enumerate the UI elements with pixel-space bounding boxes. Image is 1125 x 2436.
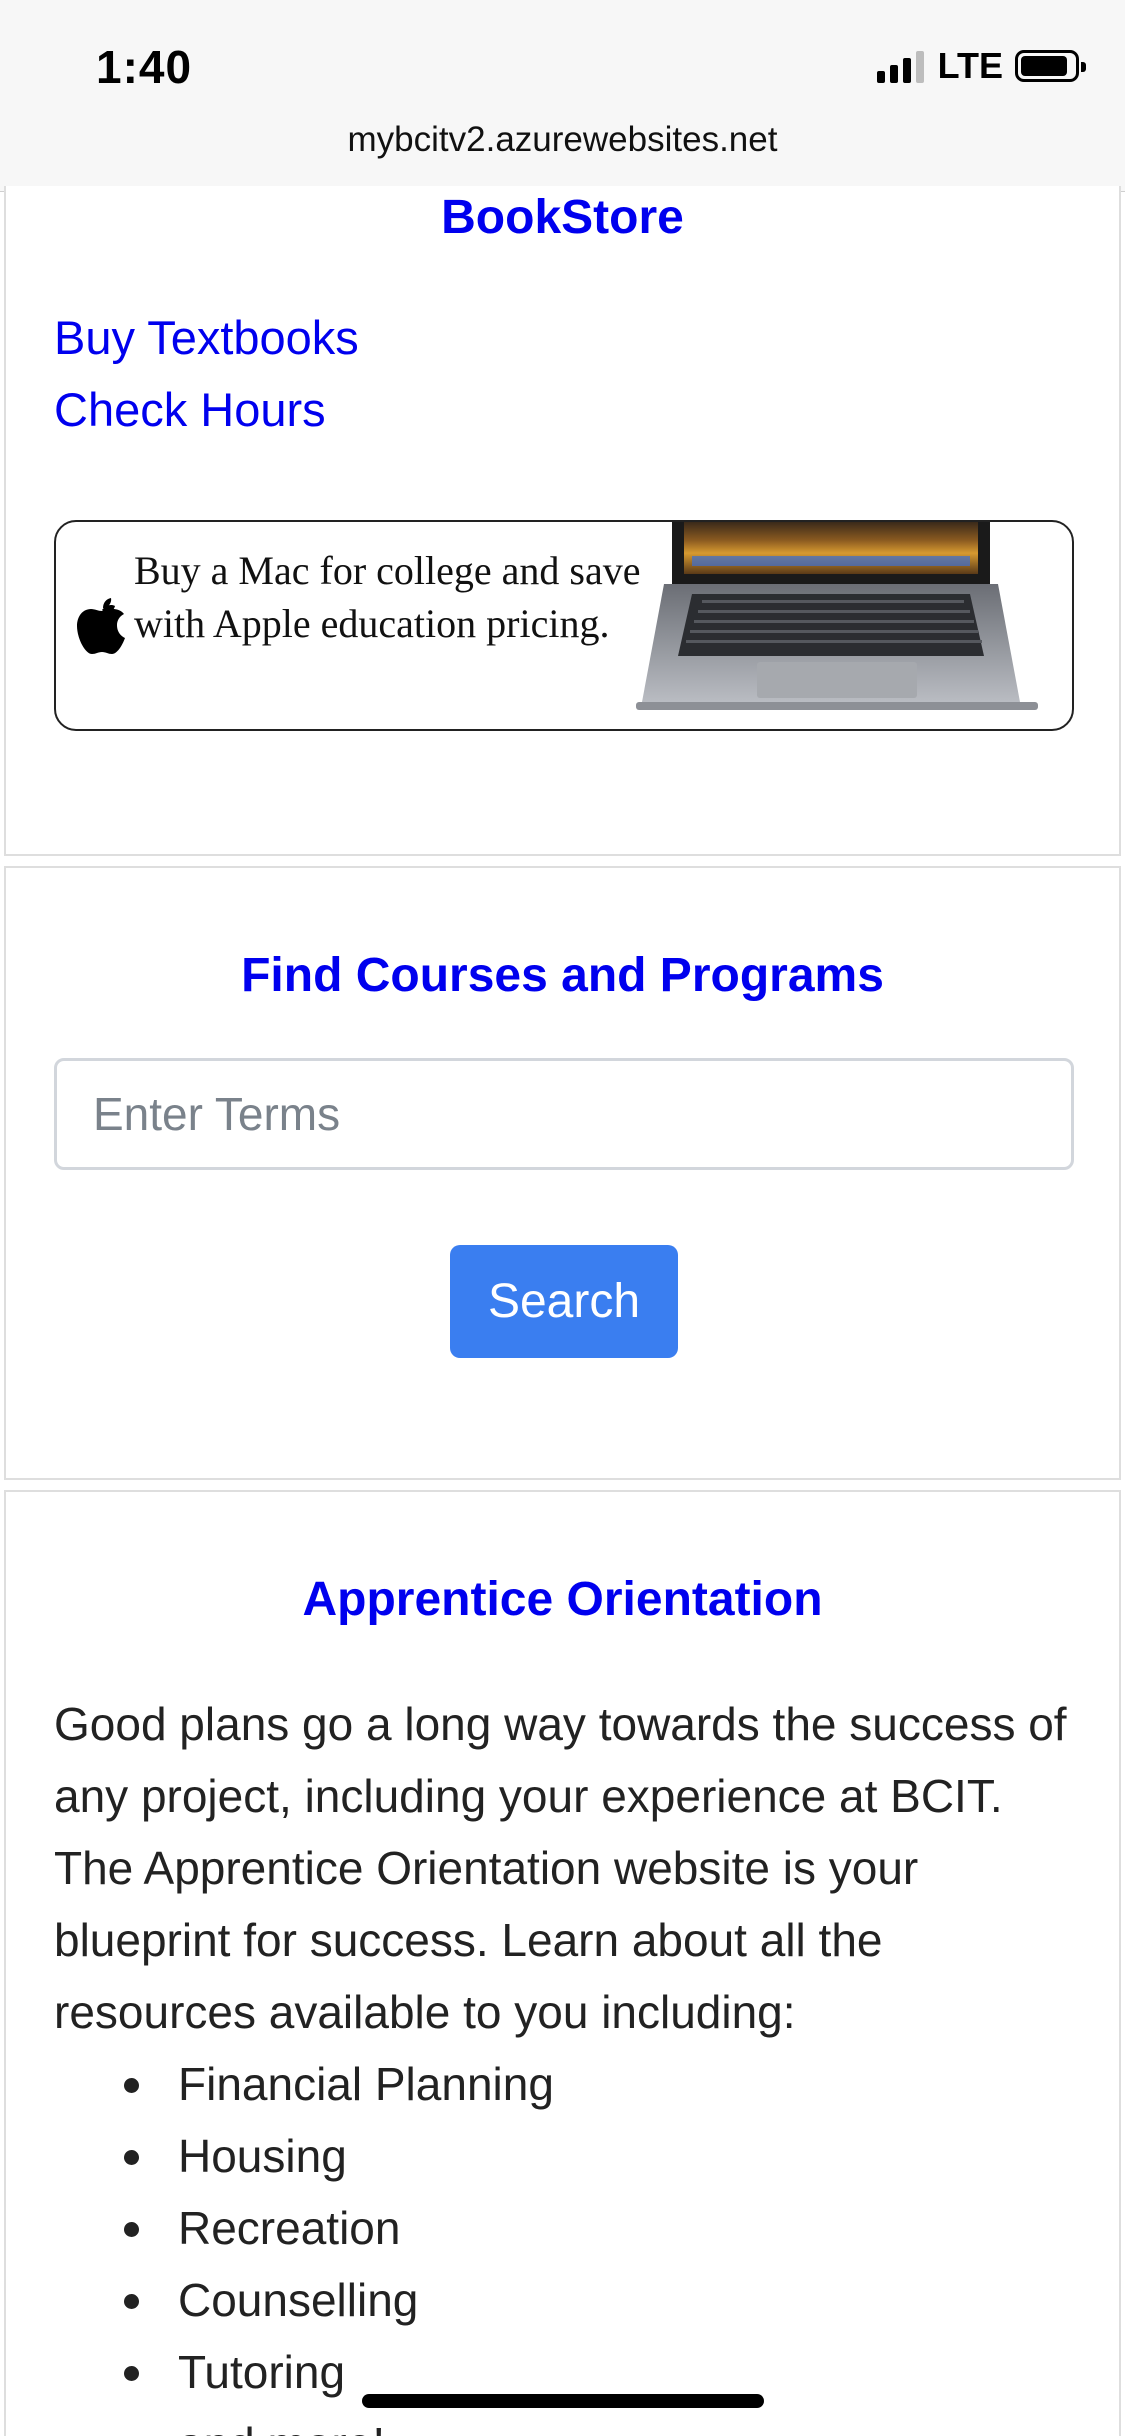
- buy-textbooks-link[interactable]: Buy Textbooks: [54, 310, 359, 365]
- list-item: and more!: [54, 2408, 1054, 2436]
- list-item: Recreation: [54, 2192, 1054, 2264]
- cellular-signal-icon: [876, 49, 924, 83]
- status-time: 1:40: [96, 41, 193, 93]
- screen: 1:40 LTE mybcitv2.azurewebsites.net Book…: [0, 0, 1125, 2436]
- network-type-label: LTE: [937, 45, 1003, 86]
- macbook-laptop-image: [636, 522, 1038, 710]
- apple-logo-icon: [77, 598, 125, 654]
- find-courses-card: Find Courses and Programs Search: [4, 866, 1121, 1480]
- bookstore-title: BookStore: [441, 191, 684, 244]
- battery-icon: [1015, 50, 1086, 82]
- status-indicators: LTE: [876, 45, 1086, 86]
- ad-text: Buy a Mac for college and save with Appl…: [134, 548, 641, 646]
- apprentice-orientation-card: Apprentice Orientation Good plans go a l…: [4, 1490, 1121, 2436]
- search-terms-input[interactable]: [54, 1058, 1074, 1170]
- url-bar[interactable]: mybcitv2.azurewebsites.net: [0, 120, 1125, 160]
- find-courses-title: Find Courses and Programs: [241, 949, 884, 1002]
- resources-list: Financial Planning Housing Recreation Co…: [54, 2048, 1054, 2436]
- list-item: Counselling: [54, 2264, 1054, 2336]
- apple-education-ad[interactable]: Buy a Mac for college and save with Appl…: [54, 520, 1074, 731]
- bookstore-card: BookStore Buy Textbooks Check Hours Buy …: [4, 186, 1121, 856]
- apprentice-orientation-title: Apprentice Orientation: [302, 1573, 823, 1626]
- search-button[interactable]: Search: [450, 1245, 678, 1358]
- list-item: Financial Planning: [54, 2048, 1054, 2120]
- home-indicator[interactable]: [362, 2394, 764, 2408]
- list-item: Housing: [54, 2120, 1054, 2192]
- orientation-description: Good plans go a long way towards the suc…: [54, 1698, 1067, 2038]
- check-hours-link[interactable]: Check Hours: [54, 382, 326, 437]
- browser-top-bar: 1:40 LTE mybcitv2.azurewebsites.net: [0, 0, 1125, 192]
